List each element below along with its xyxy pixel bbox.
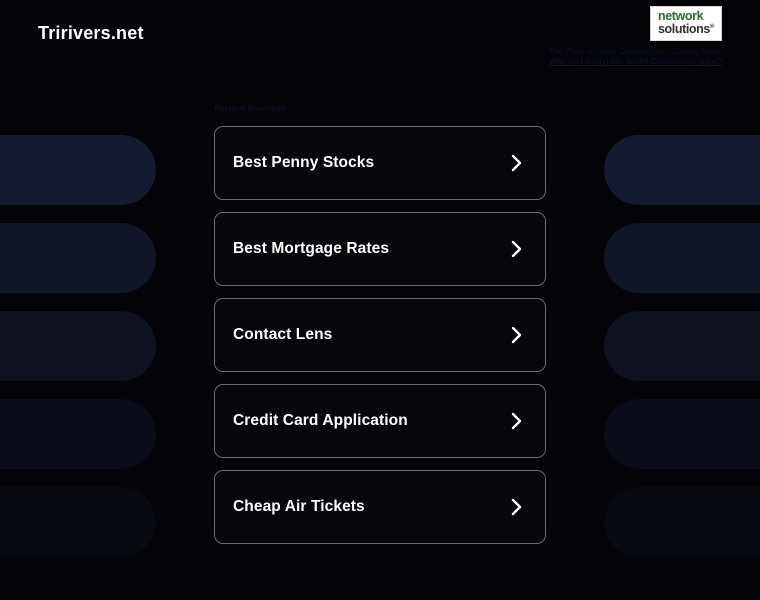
ghost-card-right-2 xyxy=(604,223,760,293)
logo-text-solutions: solutions® xyxy=(658,21,714,36)
ghost-card-right-3 xyxy=(604,311,760,381)
logo-text-solutions-word: solutions xyxy=(658,21,710,36)
chevron-right-icon xyxy=(511,153,523,173)
related-searches-heading: Related Searches xyxy=(214,104,286,113)
ghost-card-left-5 xyxy=(0,487,156,557)
related-search-card[interactable]: Best Mortgage Rates xyxy=(214,212,546,286)
network-solutions-block: network solutions® This Page Is Under Co… xyxy=(549,6,722,68)
related-search-card[interactable]: Credit Card Application xyxy=(214,384,546,458)
ghost-card-right-4 xyxy=(604,399,760,469)
chevron-right-icon xyxy=(511,325,523,345)
chevron-right-icon xyxy=(511,239,523,259)
ghost-card-left-1 xyxy=(0,135,156,205)
ghost-card-right-1 xyxy=(604,135,760,205)
chevron-right-icon xyxy=(511,411,523,431)
related-search-label: Contact Lens xyxy=(233,326,333,343)
site-title: Tririvers.net xyxy=(38,23,144,43)
ghost-card-left-2 xyxy=(0,223,156,293)
registered-mark-icon: ® xyxy=(709,23,714,30)
related-search-label: Credit Card Application xyxy=(233,412,408,429)
construction-notice-link[interactable]: Why am I seeing this 'Under Construction… xyxy=(549,57,722,68)
related-search-label: Cheap Air Tickets xyxy=(233,498,365,515)
page-header: Tririvers.net network solutions® This Pa… xyxy=(0,0,760,72)
ghost-card-left-3 xyxy=(0,311,156,381)
ghost-card-left-4 xyxy=(0,399,156,469)
chevron-right-icon xyxy=(511,497,523,517)
related-search-label: Best Mortgage Rates xyxy=(233,240,390,257)
construction-notice: This Page Is Under Construction - Coming… xyxy=(549,47,722,69)
related-search-card[interactable]: Contact Lens xyxy=(214,298,546,372)
related-search-card[interactable]: Cheap Air Tickets xyxy=(214,470,546,544)
ghost-card-right-5 xyxy=(604,487,760,557)
related-searches-list: Best Penny Stocks Best Mortgage Rates Co… xyxy=(214,126,546,544)
construction-notice-text: This Page Is Under Construction - Coming… xyxy=(548,46,722,56)
related-search-label: Best Penny Stocks xyxy=(233,154,375,171)
network-solutions-logo[interactable]: network solutions® xyxy=(650,6,722,41)
related-search-card[interactable]: Best Penny Stocks xyxy=(214,126,546,200)
